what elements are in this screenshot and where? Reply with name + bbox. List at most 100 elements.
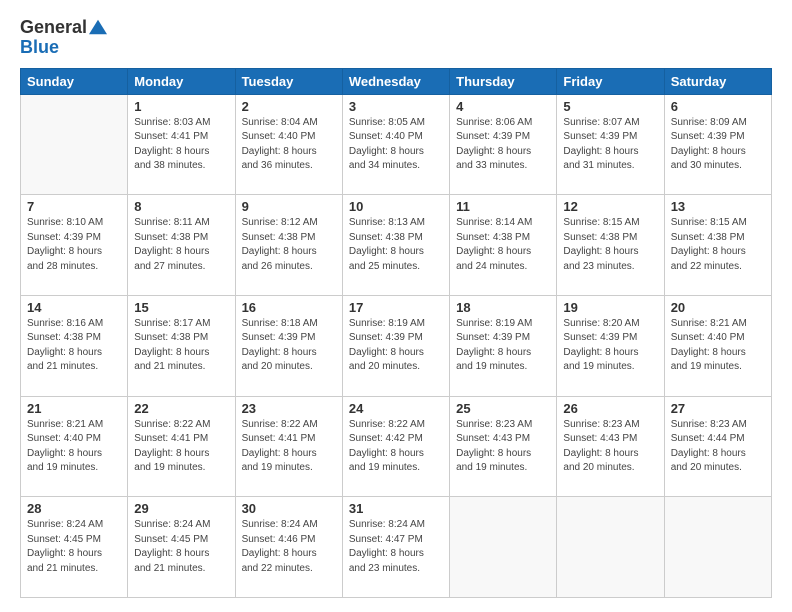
calendar-cell: 23Sunrise: 8:22 AMSunset: 4:41 PMDayligh… [235,396,342,497]
day-number: 1 [134,99,228,114]
calendar-cell: 29 Sunrise: 8:24 AMSunset: 4:45 PMDayligh… [128,497,235,598]
calendar-cell: 14 Sunrise: 8:16 AMSunset: 4:38 PMDayligh… [21,295,128,396]
day-number: 18 [456,300,550,315]
day-info: Sunrise: 8:22 AMSunset: 4:41 PMDaylight:… [134,418,228,476]
weekday-header: Friday [557,68,664,94]
calendar-cell: 9Sunrise: 8:12 AMSunset: 4:38 PMDaylight… [235,195,342,296]
calendar-cell: 18 Sunrise: 8:19 AMSunset: 4:39 PMDayligh… [450,295,557,396]
day-number: 19 [563,300,657,315]
day-info: Sunrise: 8:24 AMSunset: 4:46 PMDaylight:… [242,518,336,576]
calendar-cell: 15 Sunrise: 8:17 AMSunset: 4:38 PMDayligh… [128,295,235,396]
day-info: Sunrise: 8:20 AMSunset: 4:39 PMDaylight:… [563,317,657,375]
calendar-cell: 3 Sunrise: 8:05 AMSunset: 4:40 PMDaylight… [342,94,449,195]
day-info: Sunrise: 8:14 AMSunset: 4:38 PMDaylight:… [456,216,550,274]
day-number: 14 [27,300,121,315]
calendar-cell: 5 Sunrise: 8:07 AMSunset: 4:39 PMDaylight… [557,94,664,195]
calendar-cell: 16 Sunrise: 8:18 AMSunset: 4:39 PMDayligh… [235,295,342,396]
calendar-cell: 8 Sunrise: 8:11 AMSunset: 4:38 PMDaylight… [128,195,235,296]
calendar-cell [557,497,664,598]
day-info: Sunrise: 8:19 AMSunset: 4:39 PMDaylight:… [456,317,550,375]
calendar-cell: 27 Sunrise: 8:23 AMSunset: 4:44 PMDayligh… [664,396,771,497]
header: General Blue [20,18,772,58]
day-number: 28 [27,501,121,516]
day-info: Sunrise: 8:24 AMSunset: 4:47 PMDaylight:… [349,518,443,576]
day-info: Sunrise: 8:23 AMSunset: 4:44 PMDaylight:… [671,418,765,476]
calendar-cell: 13Sunrise: 8:15 AMSunset: 4:38 PMDayligh… [664,195,771,296]
day-number: 16 [242,300,336,315]
day-info: Sunrise: 8:06 AMSunset: 4:39 PMDaylight:… [456,116,550,174]
weekday-header: Saturday [664,68,771,94]
day-number: 21 [27,401,121,416]
calendar-cell: 12 Sunrise: 8:15 AMSunset: 4:38 PMDayligh… [557,195,664,296]
day-number: 4 [456,99,550,114]
day-number: 7 [27,199,121,214]
day-number: 12 [563,199,657,214]
calendar-cell: 10 Sunrise: 8:13 AMSunset: 4:38 PMDayligh… [342,195,449,296]
weekday-header: Tuesday [235,68,342,94]
day-info: Sunrise: 8:11 AMSunset: 4:38 PMDaylight:… [134,216,228,274]
day-number: 27 [671,401,765,416]
calendar-cell: 6Sunrise: 8:09 AMSunset: 4:39 PMDaylight… [664,94,771,195]
calendar-cell: 24 Sunrise: 8:22 AMSunset: 4:42 PMDayligh… [342,396,449,497]
day-info: Sunrise: 8:16 AMSunset: 4:38 PMDaylight:… [27,317,121,375]
day-number: 10 [349,199,443,214]
calendar-cell: 20 Sunrise: 8:21 AMSunset: 4:40 PMDayligh… [664,295,771,396]
calendar-cell [21,94,128,195]
day-info: Sunrise: 8:21 AMSunset: 4:40 PMDaylight:… [27,418,121,476]
day-number: 31 [349,501,443,516]
day-info: Sunrise: 8:24 AMSunset: 4:45 PMDaylight:… [134,518,228,576]
calendar-cell: 31 Sunrise: 8:24 AMSunset: 4:47 PMDayligh… [342,497,449,598]
calendar-cell: 19 Sunrise: 8:20 AMSunset: 4:39 PMDayligh… [557,295,664,396]
day-info: Sunrise: 8:15 AMSunset: 4:38 PMDaylight:… [671,216,765,274]
day-number: 30 [242,501,336,516]
day-number: 11 [456,199,550,214]
day-info: Sunrise: 8:07 AMSunset: 4:39 PMDaylight:… [563,116,657,174]
logo-text-general: General [20,18,87,38]
day-info: Sunrise: 8:05 AMSunset: 4:40 PMDaylight:… [349,116,443,174]
calendar-cell: 7 Sunrise: 8:10 AMSunset: 4:39 PMDaylight… [21,195,128,296]
day-info: Sunrise: 8:13 AMSunset: 4:38 PMDaylight:… [349,216,443,274]
calendar-cell [664,497,771,598]
day-info: Sunrise: 8:10 AMSunset: 4:39 PMDaylight:… [27,216,121,274]
calendar-cell: 22 Sunrise: 8:22 AMSunset: 4:41 PMDayligh… [128,396,235,497]
day-info: Sunrise: 8:18 AMSunset: 4:39 PMDaylight:… [242,317,336,375]
day-number: 17 [349,300,443,315]
day-number: 3 [349,99,443,114]
day-number: 29 [134,501,228,516]
day-number: 8 [134,199,228,214]
day-info: Sunrise: 8:17 AMSunset: 4:38 PMDaylight:… [134,317,228,375]
calendar-cell: 4 Sunrise: 8:06 AMSunset: 4:39 PMDaylight… [450,94,557,195]
calendar-cell: 17 Sunrise: 8:19 AMSunset: 4:39 PMDayligh… [342,295,449,396]
logo-icon [89,18,107,36]
day-info: Sunrise: 8:15 AMSunset: 4:38 PMDaylight:… [563,216,657,274]
calendar-cell: 2Sunrise: 8:04 AMSunset: 4:40 PMDaylight… [235,94,342,195]
day-info: Sunrise: 8:22 AMSunset: 4:42 PMDaylight:… [349,418,443,476]
calendar-cell: 21 Sunrise: 8:21 AMSunset: 4:40 PMDayligh… [21,396,128,497]
day-number: 15 [134,300,228,315]
day-number: 25 [456,401,550,416]
day-number: 24 [349,401,443,416]
weekday-header: Monday [128,68,235,94]
calendar-page: General Blue SundayMondayTuesdayWednesda… [0,0,792,612]
day-info: Sunrise: 8:09 AMSunset: 4:39 PMDaylight:… [671,116,765,174]
calendar-cell: 30 Sunrise: 8:24 AMSunset: 4:46 PMDayligh… [235,497,342,598]
day-info: Sunrise: 8:19 AMSunset: 4:39 PMDaylight:… [349,317,443,375]
day-number: 2 [242,99,336,114]
day-number: 26 [563,401,657,416]
weekday-header: Sunday [21,68,128,94]
day-info: Sunrise: 8:12 AMSunset: 4:38 PMDaylight:… [242,216,336,274]
calendar-cell: 11 Sunrise: 8:14 AMSunset: 4:38 PMDayligh… [450,195,557,296]
day-number: 22 [134,401,228,416]
day-info: Sunrise: 8:24 AMSunset: 4:45 PMDaylight:… [27,518,121,576]
day-number: 23 [242,401,336,416]
calendar-cell: 1 Sunrise: 8:03 AMSunset: 4:41 PMDaylight… [128,94,235,195]
day-info: Sunrise: 8:03 AMSunset: 4:41 PMDaylight:… [134,116,228,174]
day-number: 5 [563,99,657,114]
logo: General Blue [20,18,107,58]
calendar-cell: 28 Sunrise: 8:24 AMSunset: 4:45 PMDayligh… [21,497,128,598]
calendar-cell: 26 Sunrise: 8:23 AMSunset: 4:43 PMDayligh… [557,396,664,497]
weekday-header: Thursday [450,68,557,94]
day-info: Sunrise: 8:23 AMSunset: 4:43 PMDaylight:… [563,418,657,476]
day-number: 20 [671,300,765,315]
day-info: Sunrise: 8:21 AMSunset: 4:40 PMDaylight:… [671,317,765,375]
